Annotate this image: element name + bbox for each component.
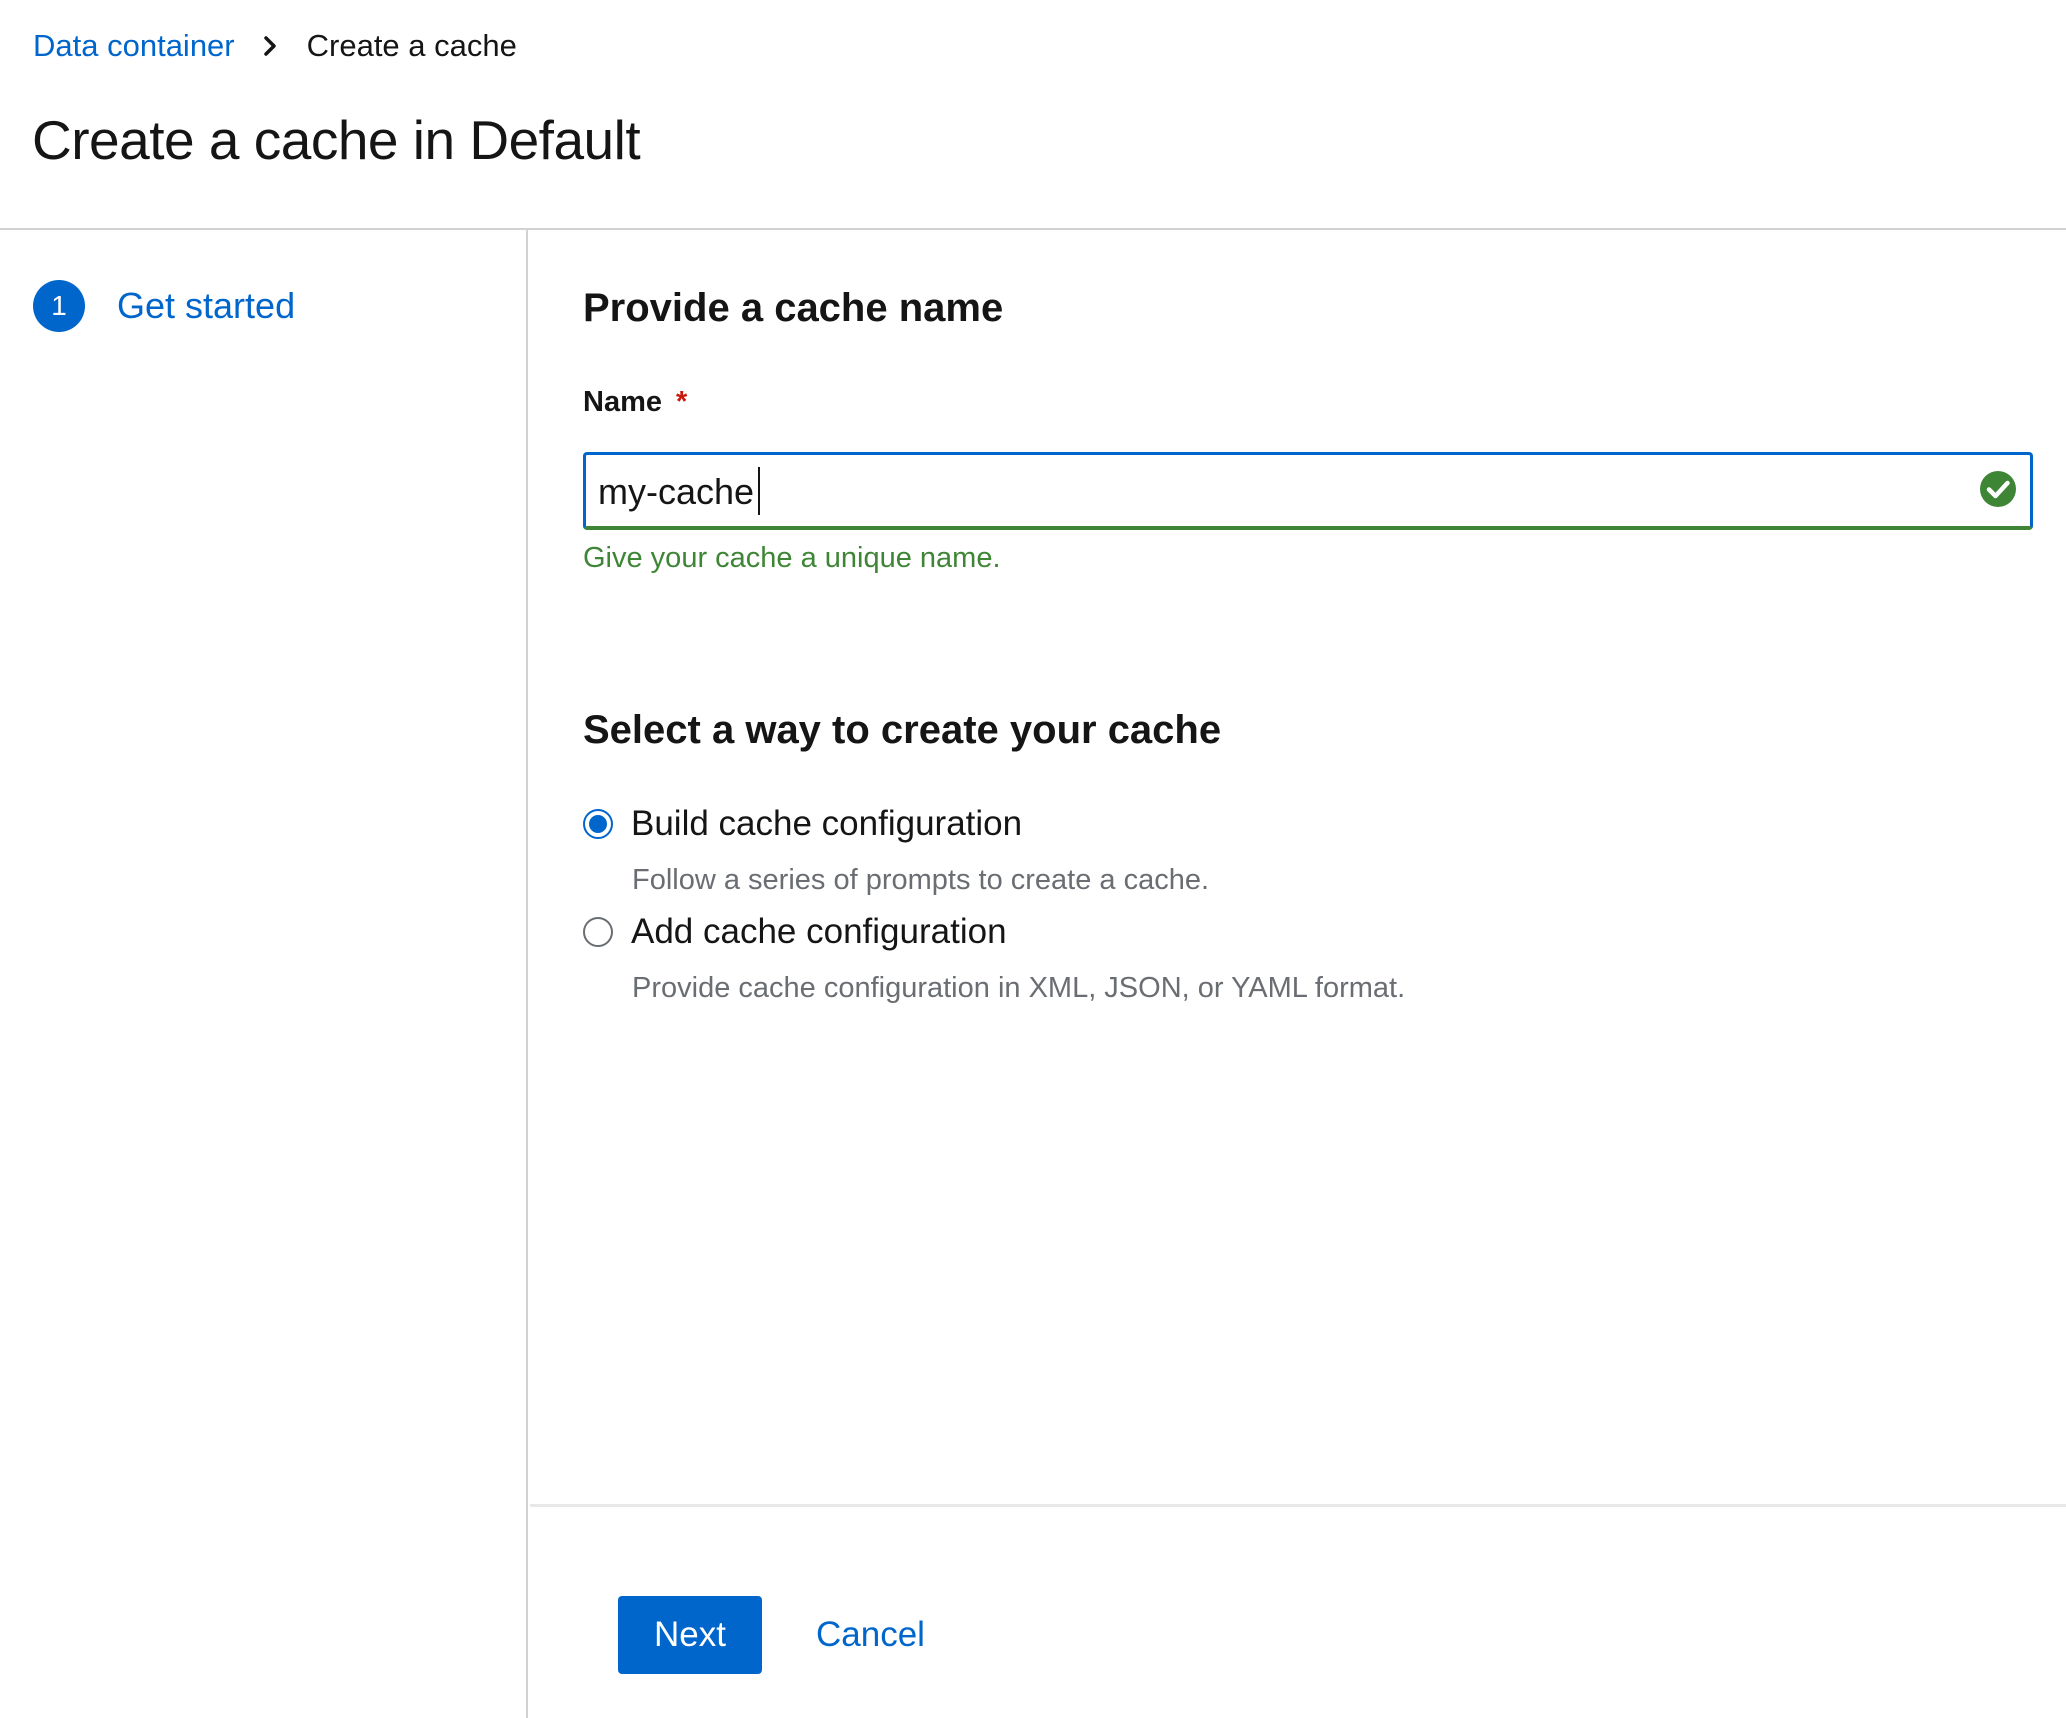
breadcrumb: Data container Create a cache	[33, 26, 517, 66]
chevron-right-icon	[261, 36, 279, 56]
name-helper-text: Give your cache a unique name.	[583, 542, 1001, 574]
create-method-section-title: Select a way to create your cache	[583, 708, 1222, 752]
breadcrumb-current: Create a cache	[306, 28, 517, 63]
radio-button-unchecked[interactable]	[583, 917, 613, 947]
cache-name-section-title: Provide a cache name	[583, 286, 1004, 330]
radio-label-build: Build cache configuration	[631, 804, 1023, 843]
radio-description-build: Follow a series of prompts to create a c…	[632, 864, 1210, 896]
page-title: Create a cache in Default	[32, 109, 641, 171]
next-button[interactable]: Next	[618, 1596, 762, 1674]
radio-build-cache-configuration[interactable]: Build cache configuration	[583, 804, 1022, 844]
radio-button-checked[interactable]	[583, 809, 613, 839]
radio-label-add: Add cache configuration	[631, 912, 1007, 951]
wizard-main: Provide a cache name Name * Give your cac…	[530, 230, 2066, 1504]
radio-add-cache-configuration[interactable]: Add cache configuration	[583, 912, 1007, 952]
wizard-step-label: Get started	[117, 285, 296, 326]
cancel-button[interactable]: Cancel	[796, 1596, 945, 1674]
name-input-wrapper	[583, 452, 2033, 530]
wizard-step-get-started[interactable]: 1 Get started	[33, 280, 295, 332]
radio-description-add: Provide cache configuration in XML, JSON…	[632, 972, 1406, 1004]
name-field-label: Name *	[583, 386, 687, 419]
name-label-text: Name	[583, 386, 662, 418]
cache-name-input[interactable]	[598, 461, 1958, 523]
required-asterisk: *	[676, 386, 688, 418]
text-caret	[758, 467, 760, 515]
wizard-nav: 1 Get started	[0, 230, 528, 1718]
wizard-footer: Next Cancel	[530, 1504, 2066, 1718]
breadcrumb-link-data-container[interactable]: Data container	[33, 28, 235, 64]
step-number-badge: 1	[33, 280, 85, 332]
check-circle-icon	[1978, 469, 2018, 509]
